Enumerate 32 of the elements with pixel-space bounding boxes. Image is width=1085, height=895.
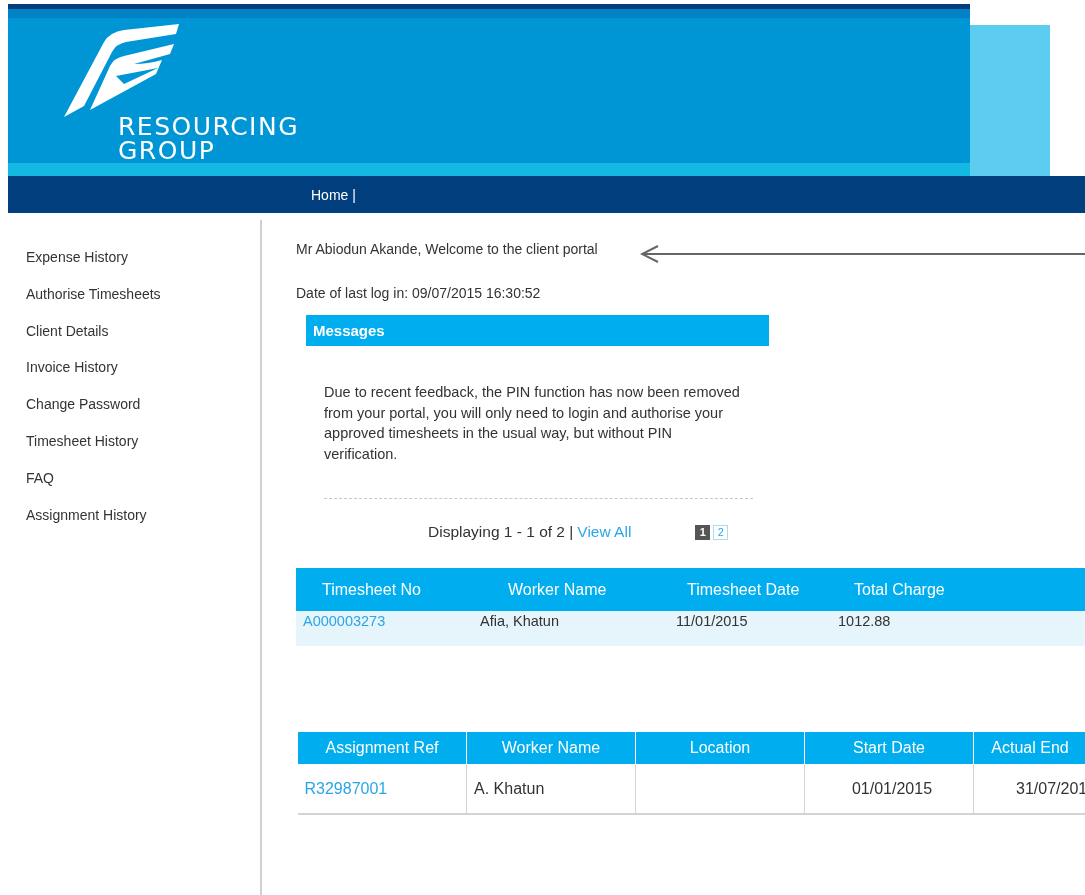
logo-text: RESOURCING [118, 114, 301, 139]
sidebar-link[interactable]: Change Password [8, 394, 260, 431]
table-cell: 11/01/2015 [676, 613, 748, 629]
column-header: Start Date [804, 732, 974, 764]
paging-text: Displaying 1 - 1 of 2 | [428, 523, 574, 541]
welcome-text: Mr Abiodun Akande, Welcome to the client portal [296, 241, 598, 257]
column-header: Timesheet Date [669, 568, 838, 611]
table-cell: Afia, Khatun [480, 613, 559, 629]
column-header: Worker Name [466, 732, 636, 764]
table-cell: 01/01/2015 [851, 779, 933, 797]
sidebar-link[interactable]: Expense History [8, 247, 260, 284]
sidebar-link[interactable]: Client Details [8, 320, 260, 358]
column-header: Assignment Ref [297, 732, 467, 764]
nav-link[interactable]: Home | [311, 186, 356, 203]
column-header: Total Charge [838, 568, 1085, 611]
column-header: Timesheet No [296, 568, 480, 611]
sidebar-link[interactable]: Invoice History [8, 357, 260, 395]
logo-icon [64, 23, 179, 117]
message-text: Due to recent feedback, the PIN function has now been removed from your portal, you will only need to login and authorise your approved timesheets in the usual way, but without PIN verification. [324, 383, 741, 464]
sidebar-link[interactable]: FAQ [8, 467, 260, 505]
sidebar-link[interactable]: Timesheet History [8, 431, 260, 468]
sidebar-link[interactable]: Assignment History [8, 504, 260, 542]
table-cell: 1012.88 [838, 613, 891, 629]
column-header: Location [635, 732, 805, 764]
column-header: Actual End [973, 732, 1085, 764]
table-cell: A. Khatun [474, 779, 545, 797]
column-header: Worker Name [480, 568, 669, 611]
last-login-text: Date of last log in: 09/07/2015 16:30:52 [296, 285, 541, 301]
page-button[interactable]: 1 [695, 524, 711, 540]
sidebar-link[interactable]: Authorise Timesheets [8, 283, 260, 321]
messages-header: Messages [306, 315, 769, 346]
logo-text: GROUP [118, 138, 217, 163]
